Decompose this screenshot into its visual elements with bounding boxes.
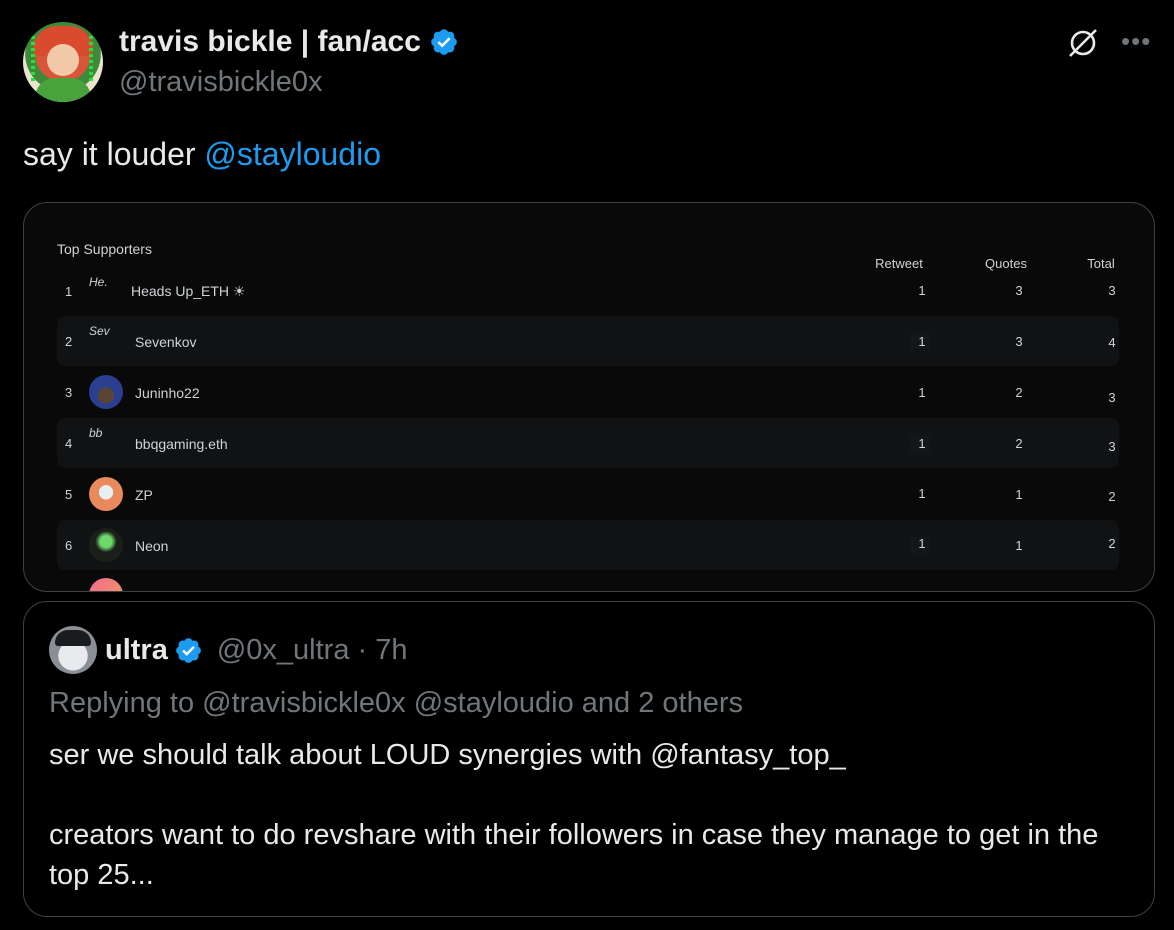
row-avatar: bb (89, 426, 103, 440)
table-row: 1 He. Heads Up_ETH ☀ 1 3 3 (57, 265, 1119, 315)
row-avatar (89, 477, 123, 511)
row-rank: 5 (65, 487, 73, 502)
quoted-author-name[interactable]: ultra (105, 634, 168, 667)
author-avatar[interactable] (23, 22, 103, 102)
media-title: Top Supporters (57, 241, 152, 257)
row-name: Neon (135, 538, 169, 554)
quoted-author-avatar[interactable] (49, 626, 97, 674)
row-name: Sevenkov (135, 334, 197, 350)
row-name: ZP (135, 487, 153, 503)
row-quotes: 3 (1015, 283, 1023, 298)
row-avatar (89, 375, 123, 409)
replying-to-line: Replying to @travisbickle0x @stayloudio … (49, 687, 744, 719)
table-row: 6 Neon 1 1 2 (57, 520, 1119, 570)
row-rank: 6 (65, 538, 73, 553)
row-total: 4 (1108, 335, 1116, 350)
row-avatar: He. (89, 275, 108, 289)
quoted-tweet-header: ultra @0x_ultra · 7h (105, 634, 407, 667)
row-total: 3 (1108, 439, 1116, 454)
tweet-media-image[interactable]: Top Supporters Retweet Quotes Total 1 He… (23, 202, 1155, 592)
row-total: 2 (1108, 536, 1116, 551)
row-rank: 2 (65, 334, 73, 349)
quoted-tweet[interactable]: ultra @0x_ultra · 7h Replying to @travis… (23, 601, 1155, 917)
row-quotes: 2 (1015, 436, 1023, 451)
row-retweet: 1 (918, 385, 926, 400)
row-rank: 1 (65, 284, 73, 299)
author-name-text[interactable]: travis bickle | fan/acc (119, 25, 421, 59)
quoted-tweet-text: ser we should talk about LOUD synergies … (49, 735, 1139, 895)
table-row: 5 ZP 1 1 2 (57, 469, 1119, 519)
verified-badge-icon (175, 638, 201, 663)
mention-link[interactable]: @stayloudio (204, 136, 381, 172)
quoted-text-line: ser we should talk about LOUD synergies … (49, 739, 846, 771)
row-total: 3 (1108, 283, 1116, 298)
row-retweet: 1 (918, 486, 926, 501)
author-display-name[interactable]: travis bickle | fan/acc (119, 25, 459, 59)
row-avatar (89, 528, 123, 562)
row-avatar: Sev (89, 324, 110, 338)
row-total: 3 (1108, 390, 1116, 405)
more-icon[interactable]: ••• (1121, 26, 1151, 57)
quoted-author-handle-time[interactable]: @0x_ultra · 7h (217, 634, 408, 667)
row-name: bbqgaming.eth (135, 436, 228, 452)
author-handle[interactable]: @travisbickle0x (119, 66, 323, 99)
verified-badge-icon (431, 29, 457, 55)
row-total: 2 (1108, 489, 1116, 504)
row-rank: 3 (65, 385, 73, 400)
row-rank: 4 (65, 436, 73, 451)
row-retweet: 1 (918, 283, 926, 298)
row-avatar-partial (89, 578, 123, 591)
quoted-text-line: creators want to do revshare with their … (49, 819, 1099, 891)
table-row: 4 bb bbqgaming.eth 1 2 3 (57, 418, 1119, 468)
row-name: Heads Up_ETH ☀ (131, 283, 246, 299)
row-retweet: 1 (918, 334, 926, 349)
row-retweet: 1 (918, 536, 926, 551)
row-quotes: 1 (1015, 538, 1023, 553)
row-name: Juninho22 (135, 385, 200, 401)
row-quotes: 2 (1015, 385, 1023, 400)
tweet-text: say it louder @stayloudio (23, 136, 381, 173)
table-row: 2 Sev Sevenkov 1 3 4 (57, 316, 1119, 366)
grok-icon[interactable] (1066, 26, 1100, 60)
row-retweet: 1 (918, 436, 926, 451)
row-quotes: 3 (1015, 334, 1023, 349)
tweet-text-prefix: say it louder (23, 136, 205, 172)
row-quotes: 1 (1015, 487, 1023, 502)
table-row: 3 Juninho22 1 2 3 (57, 367, 1119, 417)
